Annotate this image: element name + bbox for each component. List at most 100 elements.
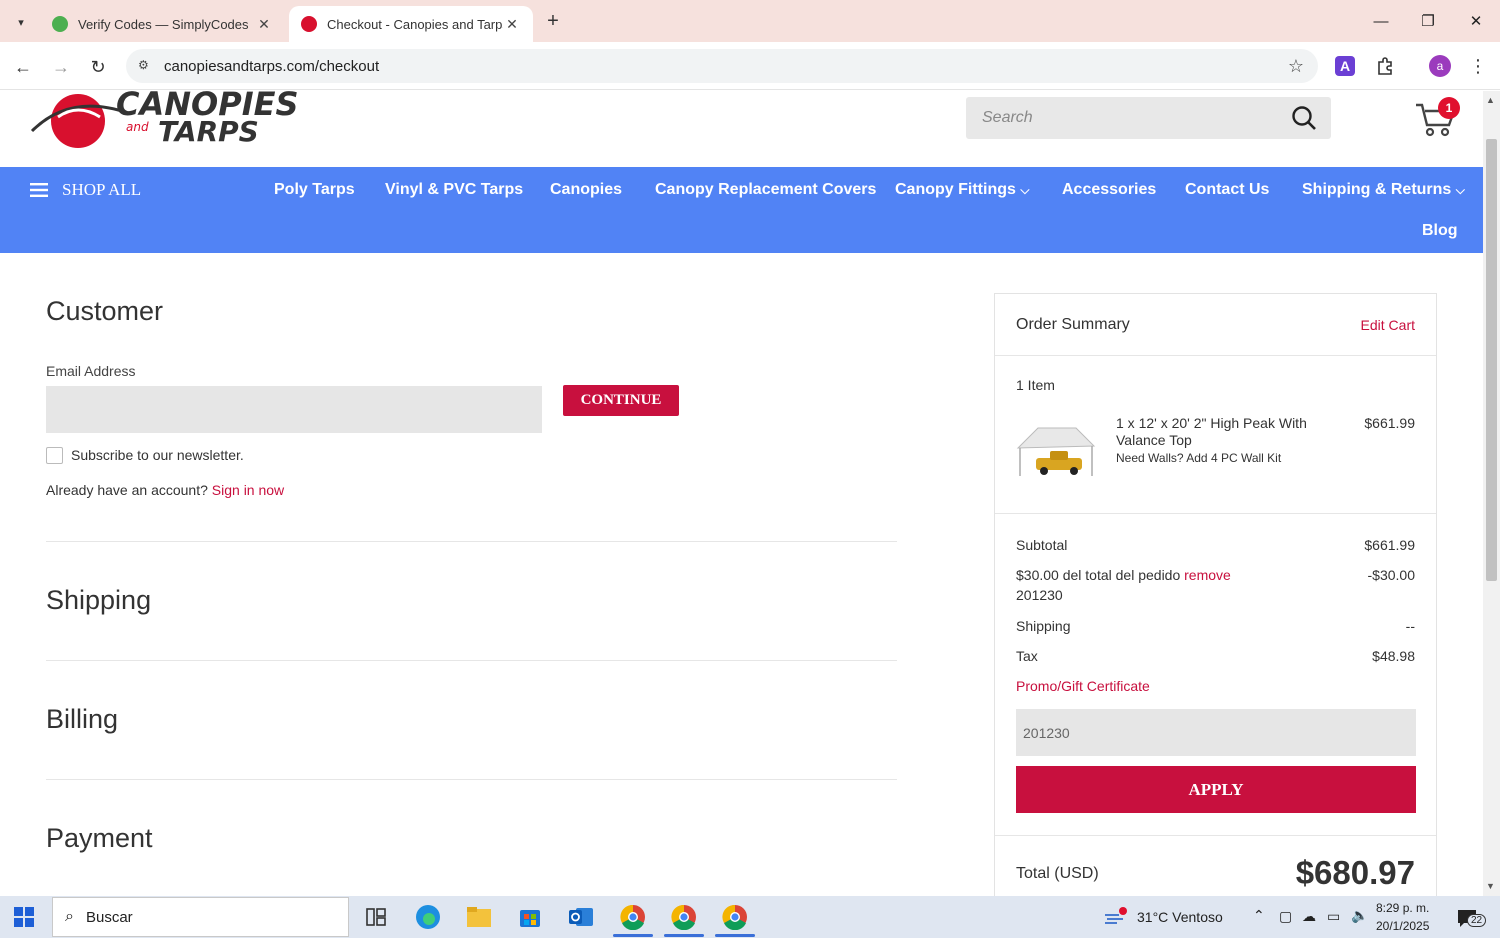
- nav-vinyl-pvc-tarps[interactable]: Vinyl & PVC Tarps: [385, 181, 523, 199]
- file-explorer-icon[interactable]: [464, 902, 494, 932]
- nav-canopy-fittings[interactable]: Canopy Fittings ⌵: [895, 181, 1029, 199]
- tax-label: Tax: [1016, 648, 1038, 664]
- tab-search-dropdown-icon[interactable]: ▾: [8, 9, 34, 35]
- hamburger-icon: [30, 183, 48, 197]
- taskbar-search-input[interactable]: ⌕ Buscar: [52, 897, 349, 937]
- shipping-label: Shipping: [1016, 618, 1071, 634]
- meet-now-icon[interactable]: ▢: [1279, 908, 1292, 925]
- edge-icon[interactable]: [413, 902, 443, 932]
- product-price: $661.99: [1364, 415, 1415, 431]
- page-scrollbar[interactable]: ▲ ▼: [1483, 91, 1500, 896]
- site-search-input[interactable]: Search: [966, 97, 1331, 139]
- browser-tab-bar: ▾ Verify Codes — SimplyCodes ✕ Checkout …: [0, 0, 1500, 42]
- item-count: 1 Item: [1016, 377, 1055, 393]
- notifications-icon[interactable]: 22: [1456, 906, 1487, 930]
- chrome-profile-2-icon[interactable]: [669, 902, 699, 932]
- taskbar-search-placeholder: Buscar: [85, 908, 133, 926]
- nav-shipping-returns-label: Shipping & Returns: [1302, 181, 1452, 198]
- newsletter-checkbox[interactable]: [46, 447, 63, 464]
- product-image[interactable]: [1016, 422, 1096, 480]
- extension-a-icon[interactable]: A: [1335, 56, 1355, 76]
- shipping-value: --: [1405, 618, 1415, 634]
- search-icon[interactable]: [1291, 105, 1317, 131]
- nav-canopy-replacement-covers[interactable]: Canopy Replacement Covers: [655, 181, 876, 199]
- promo-label[interactable]: Promo/Gift Certificate: [1016, 678, 1415, 694]
- newsletter-label: Subscribe to our newsletter.: [71, 447, 244, 463]
- logo-and: and: [126, 120, 149, 134]
- clock-time: 8:29 p. m.: [1376, 901, 1430, 915]
- payment-section-title[interactable]: Payment: [46, 823, 153, 854]
- summary-divider: [995, 835, 1436, 836]
- url-bar[interactable]: ⚙ canopiesandtarps.com/checkout ☆: [126, 49, 1318, 83]
- windows-start-icon[interactable]: [14, 907, 34, 927]
- chrome-profile-3-icon[interactable]: [720, 902, 750, 932]
- nav-canopy-fittings-label: Canopy Fittings: [895, 181, 1016, 198]
- tab-simplycodes[interactable]: Verify Codes — SimplyCodes ✕: [40, 6, 285, 42]
- nav-poly-tarps[interactable]: Poly Tarps: [274, 181, 355, 199]
- simplycodes-favicon-icon: [52, 16, 68, 32]
- nav-shipping-returns[interactable]: Shipping & Returns ⌵: [1302, 181, 1465, 199]
- os-taskbar: ⌕ Buscar 31°C Ventoso ⌃ ▢ ☁ ▭ 🔈 8:29 p. …: [0, 896, 1500, 938]
- total-value: $680.97: [1295, 854, 1415, 891]
- reload-icon[interactable]: ↻: [85, 54, 111, 80]
- scrollbar-thumb[interactable]: [1486, 139, 1497, 581]
- browser-menu-icon[interactable]: ⋮: [1466, 54, 1490, 78]
- apply-button[interactable]: APPLY: [1016, 766, 1416, 813]
- email-label: Email Address: [46, 363, 136, 379]
- outlook-icon[interactable]: [566, 902, 596, 932]
- discount-value: -$30.00: [1367, 567, 1415, 583]
- customer-section-title: Customer: [46, 296, 164, 326]
- chrome-profile-1-icon[interactable]: [618, 902, 648, 932]
- volume-icon[interactable]: 🔈: [1351, 907, 1368, 924]
- weather-text[interactable]: 31°C Ventoso: [1137, 909, 1223, 925]
- logo-line2: TARPS: [158, 115, 259, 148]
- close-tab-icon[interactable]: ✕: [255, 16, 273, 33]
- weather-icon[interactable]: [1100, 902, 1130, 932]
- restore-icon[interactable]: ❐: [1413, 8, 1443, 34]
- bookmark-star-icon[interactable]: ☆: [1284, 56, 1308, 77]
- continue-button[interactable]: CONTINUE: [563, 385, 679, 416]
- nav-accessories[interactable]: Accessories: [1062, 181, 1156, 199]
- task-view-icon[interactable]: [361, 902, 391, 932]
- onedrive-icon[interactable]: ☁: [1302, 908, 1316, 925]
- scroll-down-icon[interactable]: ▼: [1486, 881, 1495, 891]
- cart-count-badge[interactable]: 1: [1438, 97, 1460, 119]
- close-tab-icon[interactable]: ✕: [503, 16, 521, 33]
- system-clock[interactable]: 8:29 p. m. 20/1/2025: [1376, 899, 1429, 935]
- section-divider: [46, 779, 897, 780]
- main-nav: SHOP ALL Poly Tarps Vinyl & PVC Tarps Ca…: [0, 167, 1483, 253]
- nav-contact-us[interactable]: Contact Us: [1185, 181, 1269, 199]
- nav-canopies[interactable]: Canopies: [550, 181, 622, 199]
- site-settings-icon[interactable]: ⚙: [138, 58, 154, 74]
- promo-code-input[interactable]: 201230: [1016, 709, 1416, 756]
- site-logo[interactable]: CANOPIES and TARPS: [30, 91, 300, 149]
- tab-checkout[interactable]: Checkout - Canopies and Tarps ✕: [289, 6, 533, 42]
- back-icon[interactable]: ←: [10, 54, 36, 80]
- tray-chevron-up-icon[interactable]: ⌃: [1253, 907, 1265, 924]
- edit-cart-link[interactable]: Edit Cart: [1361, 317, 1415, 333]
- close-window-icon[interactable]: ✕: [1461, 8, 1491, 34]
- order-summary: Order Summary Edit Cart 1 Item 1 x 12' x…: [994, 293, 1437, 896]
- search-placeholder: Search: [982, 109, 1033, 126]
- nav-blog[interactable]: Blog: [1422, 222, 1458, 240]
- new-tab-icon[interactable]: +: [541, 9, 565, 33]
- section-divider: [46, 660, 897, 661]
- account-prompt-text: Already have an account?: [46, 482, 208, 498]
- profile-avatar[interactable]: a: [1429, 55, 1451, 77]
- network-icon[interactable]: ▭: [1327, 908, 1340, 925]
- email-field[interactable]: [46, 386, 542, 433]
- running-indicator: [613, 934, 653, 937]
- shop-all-label: SHOP ALL: [62, 180, 142, 199]
- discount-remove-link[interactable]: remove: [1184, 567, 1231, 583]
- scroll-up-icon[interactable]: ▲: [1486, 95, 1495, 105]
- forward-icon[interactable]: →: [48, 54, 74, 80]
- canopies-favicon-icon: [301, 16, 317, 32]
- shop-all-menu[interactable]: SHOP ALL: [30, 180, 141, 200]
- sign-in-link[interactable]: Sign in now: [212, 482, 284, 498]
- minimize-icon[interactable]: —: [1366, 8, 1396, 34]
- shipping-section-title[interactable]: Shipping: [46, 585, 151, 616]
- billing-section-title[interactable]: Billing: [46, 704, 118, 735]
- extensions-puzzle-icon[interactable]: [1373, 54, 1397, 78]
- url-text[interactable]: canopiesandtarps.com/checkout: [164, 58, 1284, 75]
- store-icon[interactable]: [515, 902, 545, 932]
